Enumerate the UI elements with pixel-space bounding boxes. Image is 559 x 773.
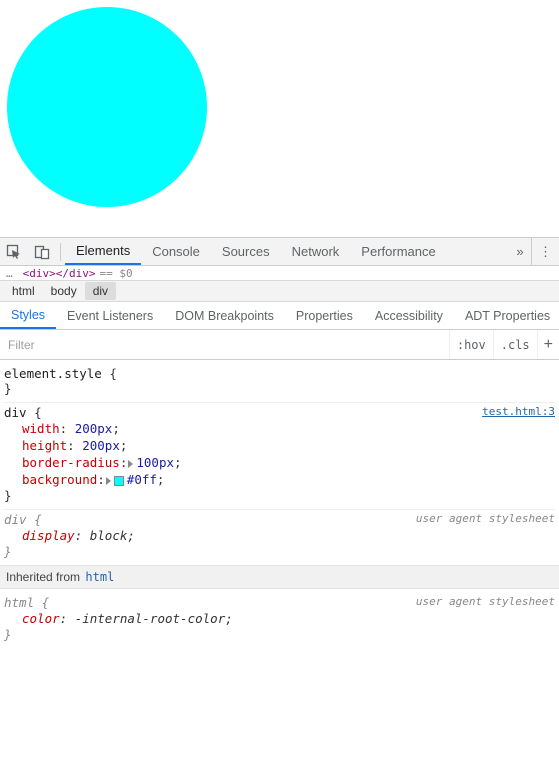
tab-styles[interactable]: Styles <box>0 302 56 329</box>
tab-properties[interactable]: Properties <box>285 302 364 329</box>
declaration-border-radius[interactable]: border-radius:100px; <box>22 454 555 471</box>
console-ref-label: == $0 <box>100 268 133 280</box>
preview-circle <box>7 7 207 207</box>
more-tabs-button[interactable]: » <box>509 244 531 259</box>
expand-shorthand-icon[interactable] <box>106 477 111 485</box>
rule-selector: div <box>4 512 27 527</box>
rule-div-user-agent: user agent stylesheet div { display: blo… <box>4 510 555 565</box>
sidebar-tabs: Styles Event Listeners DOM Breakpoints P… <box>0 302 559 330</box>
property-value: 200px <box>82 438 120 453</box>
tab-elements[interactable]: Elements <box>65 238 141 265</box>
new-style-rule-button[interactable]: + <box>537 330 559 359</box>
expand-shorthand-icon[interactable] <box>128 460 133 468</box>
rule-origin-link[interactable]: test.html:3 <box>482 405 555 418</box>
rule-html-user-agent: user agent stylesheet html { color: -int… <box>4 593 555 648</box>
brace-open: { <box>34 512 42 527</box>
rule-element-style[interactable]: element.style { } <box>4 364 555 403</box>
devtools-menu-button[interactable]: ⋮ <box>531 238 559 265</box>
styles-pane: element.style { } test.html:3 div { widt… <box>0 360 559 565</box>
breadcrumb-html[interactable]: html <box>4 282 43 300</box>
property-value: 200px <box>75 421 113 436</box>
tab-adt-properties[interactable]: ADT Properties <box>454 302 559 329</box>
color-swatch[interactable] <box>114 476 124 486</box>
property-name: display <box>22 528 75 543</box>
tab-accessibility[interactable]: Accessibility <box>364 302 454 329</box>
brace-close: } <box>4 381 555 396</box>
dom-node-close: </div> <box>56 268 96 280</box>
ellipsis-icon: … <box>6 268 13 280</box>
property-name: color <box>22 611 60 626</box>
dom-tree-row[interactable]: … <div></div> == $0 <box>0 266 559 280</box>
tab-dom-breakpoints[interactable]: DOM Breakpoints <box>164 302 285 329</box>
brace-close: } <box>4 544 555 559</box>
breadcrumb-body[interactable]: body <box>43 282 85 300</box>
declaration-display: display: block; <box>22 527 555 544</box>
rule-div-author[interactable]: test.html:3 div { width: 200px; height: … <box>4 403 555 510</box>
devtools-toolbar: Elements Console Sources Network Perform… <box>0 238 559 266</box>
declaration-color: color: -internal-root-color; <box>22 610 555 627</box>
rule-origin-label: user agent stylesheet <box>416 595 555 608</box>
inherited-from-link[interactable]: html <box>85 570 114 584</box>
styles-pane-inherited: user agent stylesheet html { color: -int… <box>0 589 559 648</box>
property-name: background <box>22 472 97 487</box>
rendered-page-preview <box>0 0 559 237</box>
property-value: #0ff <box>127 472 157 487</box>
dom-node-open: <div> <box>23 268 56 280</box>
brace-close: } <box>4 627 555 642</box>
declaration-width[interactable]: width: 200px; <box>22 420 555 437</box>
device-icon <box>34 244 50 260</box>
toolbar-separator <box>60 243 61 261</box>
devtools-panel: Elements Console Sources Network Perform… <box>0 237 559 773</box>
property-value: -internal-root-color <box>75 611 226 626</box>
styles-filter-input[interactable] <box>0 330 449 359</box>
property-value: 100px <box>136 455 174 470</box>
cursor-box-icon <box>6 244 22 260</box>
inspect-element-button[interactable] <box>0 238 28 266</box>
property-name: width <box>22 421 60 436</box>
brace-open: { <box>42 595 50 610</box>
brace-open: { <box>34 405 42 420</box>
breadcrumb-div[interactable]: div <box>85 282 116 300</box>
property-value: block <box>90 528 128 543</box>
declaration-height[interactable]: height: 200px; <box>22 437 555 454</box>
inherited-label: Inherited from <box>6 570 80 584</box>
toggle-device-toolbar-button[interactable] <box>28 238 56 266</box>
rule-declarations: display: block; <box>4 527 555 544</box>
styles-filter-row: :hov .cls + <box>0 330 559 360</box>
brace-open: { <box>109 366 117 381</box>
rule-selector: div <box>4 405 27 420</box>
rule-selector: element.style <box>4 366 102 381</box>
toggle-hov-button[interactable]: :hov <box>449 330 493 359</box>
tab-console[interactable]: Console <box>141 238 211 265</box>
rule-origin-label: user agent stylesheet <box>416 512 555 525</box>
tab-network[interactable]: Network <box>281 238 351 265</box>
brace-close: } <box>4 488 555 503</box>
main-panel-tabs: Elements Console Sources Network Perform… <box>65 238 509 265</box>
rule-declarations: color: -internal-root-color; <box>4 610 555 627</box>
property-name: border-radius <box>22 455 120 470</box>
tab-sources[interactable]: Sources <box>211 238 281 265</box>
rule-declarations: width: 200px; height: 200px; border-radi… <box>4 420 555 488</box>
declaration-background[interactable]: background:#0ff; <box>22 471 555 488</box>
tab-event-listeners[interactable]: Event Listeners <box>56 302 164 329</box>
tab-performance[interactable]: Performance <box>350 238 446 265</box>
element-breadcrumbs: html body div <box>0 280 559 302</box>
property-name: height <box>22 438 67 453</box>
toggle-cls-button[interactable]: .cls <box>493 330 537 359</box>
inherited-from-bar: Inherited from html <box>0 565 559 589</box>
rule-selector: html <box>4 595 34 610</box>
